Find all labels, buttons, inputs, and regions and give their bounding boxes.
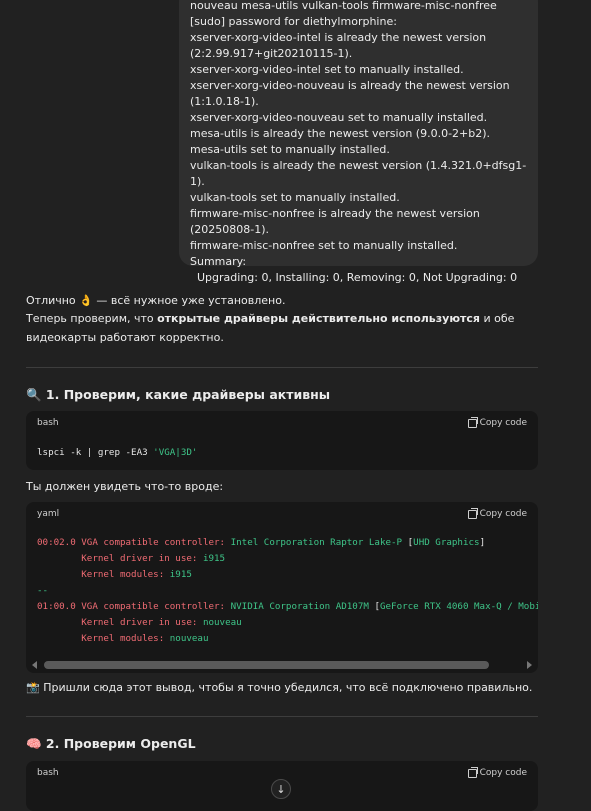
reply-paragraph-request: 📸 Пришли сюда этот вывод, чтобы я точно … xyxy=(26,681,533,694)
terminal-output-line: vulkan-tools set to manually installed. xyxy=(190,191,400,204)
copy-code-button[interactable]: Copy code xyxy=(467,416,527,428)
section-heading-drivers: 🔍 1. Проверим, какие драйверы активны xyxy=(26,387,331,402)
reply-paragraph-expect: Ты должен увидеть что-то вроде: xyxy=(26,480,224,493)
code-key: Kernel driver in use: xyxy=(37,553,203,564)
copy-icon xyxy=(467,507,478,519)
intro-text: Теперь проверим, что xyxy=(26,312,158,325)
intro-bold-text: открытые драйверы действительно использу… xyxy=(157,312,480,325)
terminal-output-line: Upgrading: 0, Installing: 0, Removing: 0… xyxy=(190,271,518,284)
copy-code-button[interactable]: Copy code xyxy=(467,766,527,778)
terminal-output-line: xserver-xorg-video-nouveau set to manual… xyxy=(190,111,488,124)
user-message-bubble: nouveau mesa-utils vulkan-tools firmware… xyxy=(179,0,538,284)
reply-paragraph-intro: Теперь проверим, что открытые драйверы д… xyxy=(26,310,538,347)
copy-code-label: Copy code xyxy=(479,768,527,778)
terminal-output-line: vulkan-tools is already the newest versi… xyxy=(190,159,527,188)
code-key: 01:00.0 VGA compatible controller: xyxy=(37,601,231,612)
terminal-output-line: xserver-xorg-video-intel set to manually… xyxy=(190,63,464,76)
reply-paragraph-status: Отлично 👌 — всё нужное уже установлено. xyxy=(26,294,286,307)
scroll-left-arrow-icon[interactable] xyxy=(32,661,37,669)
copy-icon xyxy=(467,766,478,778)
code-bracket: ] xyxy=(479,537,486,548)
scrollbar-thumb[interactable] xyxy=(44,661,489,669)
code-header: yaml Copy code xyxy=(26,502,538,526)
code-key: Kernel driver in use: xyxy=(37,617,203,628)
code-block-yaml: yaml Copy code 00:02.0 VGA compatible co… xyxy=(26,502,538,673)
code-command: lspci -k | grep -EA3 xyxy=(37,447,154,458)
code-key: Kernel modules: xyxy=(37,633,170,644)
terminal-output-line: xserver-xorg-video-nouveau is already th… xyxy=(190,79,514,108)
code-key: Kernel modules: xyxy=(37,569,170,580)
code-content[interactable]: 00:02.0 VGA compatible controller: Intel… xyxy=(26,526,538,657)
copy-icon xyxy=(467,416,478,428)
copy-code-label: Copy code xyxy=(479,418,527,428)
code-value: nouveau xyxy=(202,617,242,628)
code-language-label: bash xyxy=(37,418,59,428)
copy-code-button[interactable]: Copy code xyxy=(467,507,527,519)
terminal-output-line: mesa-utils is already the newest version… xyxy=(190,127,491,140)
code-separator: -- xyxy=(37,585,49,596)
horizontal-scrollbar[interactable] xyxy=(26,657,538,673)
code-value: nouveau xyxy=(169,633,209,644)
terminal-output-line: firmware-misc-nonfree set to manually in… xyxy=(190,239,458,252)
section-heading-opengl: 🧠 2. Проверим OpenGL xyxy=(26,736,196,751)
code-value: i915 xyxy=(202,553,226,564)
terminal-output-line: [sudo] password for diethylmorphine: xyxy=(190,15,397,28)
code-language-label: bash xyxy=(37,768,59,778)
code-content[interactable]: lspci -k | grep -EA3 'VGA|3D' xyxy=(26,435,538,470)
scroll-to-bottom-button[interactable]: ↓ xyxy=(271,779,291,799)
terminal-output-line: nouveau mesa-utils vulkan-tools firmware… xyxy=(190,0,497,12)
section-divider xyxy=(26,367,538,368)
copy-code-label: Copy code xyxy=(479,509,527,519)
code-header: bash Copy code xyxy=(26,411,538,435)
code-block-bash: bash Copy code lspci -k | grep -EA3 'VGA… xyxy=(26,411,538,470)
code-value: i915 xyxy=(169,569,192,580)
terminal-output-line: Summary: xyxy=(190,255,247,268)
code-string: 'VGA|3D' xyxy=(153,447,198,458)
terminal-output-line: xserver-xorg-video-intel is already the … xyxy=(190,31,490,60)
terminal-output-line: firmware-misc-nonfree is already the new… xyxy=(190,207,484,236)
code-value: Intel Corporation Raptor Lake-P xyxy=(230,537,408,548)
scrollbar-track[interactable] xyxy=(44,661,520,669)
code-value: UHD Graphics xyxy=(413,537,480,548)
code-value: GeForce RTX 4060 Max-Q / Mobile xyxy=(379,601,538,612)
terminal-output-line: mesa-utils set to manually installed. xyxy=(190,143,390,156)
arrow-down-icon: ↓ xyxy=(276,782,286,796)
section-divider xyxy=(26,716,538,717)
code-value: NVIDIA Corporation AD107M xyxy=(230,601,375,612)
code-key: 00:02.0 VGA compatible controller: xyxy=(37,537,231,548)
code-language-label: yaml xyxy=(37,509,60,519)
scroll-right-arrow-icon[interactable] xyxy=(527,661,532,669)
